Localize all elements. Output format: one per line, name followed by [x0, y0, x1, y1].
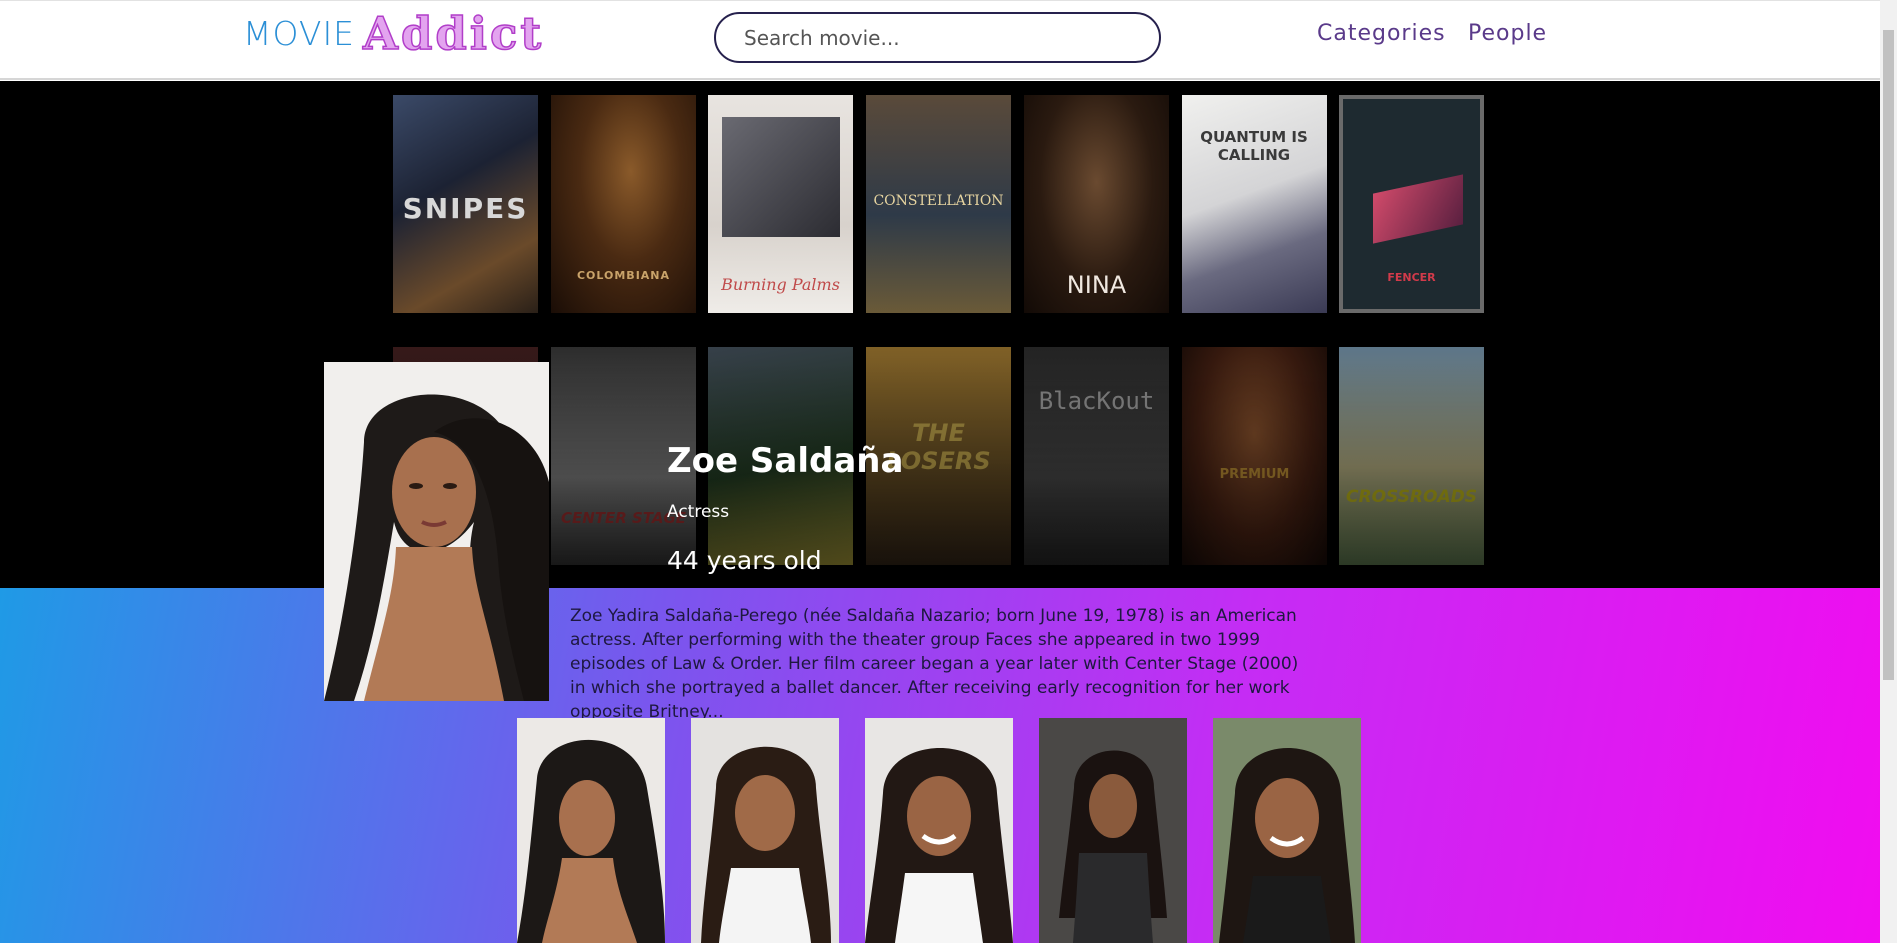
person-role: Actress: [667, 502, 730, 522]
poster-title: CROSSROADS: [1346, 487, 1477, 507]
thumbnail-image: [865, 718, 1013, 943]
hero-banner: SNIPES COLOMBIANA Burning Palms CONSTELL…: [0, 81, 1880, 588]
movie-poster[interactable]: PREMIUM: [1182, 347, 1327, 565]
movie-poster[interactable]: BlacKout: [1024, 347, 1169, 565]
poster-title: CONSTELLATION: [873, 193, 1004, 209]
thumbnail-image: [517, 718, 665, 943]
logo-movie-text: MOVIE: [243, 14, 356, 53]
search-box: [714, 12, 1161, 63]
poster-title: BlacKout: [1038, 387, 1155, 415]
poster-collage: [722, 117, 840, 237]
gallery-thumbnail[interactable]: [1039, 718, 1187, 943]
gallery-thumbnail[interactable]: [517, 718, 665, 943]
movie-poster[interactable]: FENCER: [1339, 95, 1484, 313]
poster-title: QUANTUM IS CALLING: [1200, 128, 1308, 164]
thumbnail-image: [1039, 718, 1187, 943]
site-logo[interactable]: MOVIE Addict: [243, 6, 545, 61]
poster-title: COLOMBIANA: [576, 269, 671, 282]
poster-title: SNIPES: [402, 192, 529, 225]
thumbnail-image: [691, 718, 839, 943]
person-name: Zoe Saldaña: [667, 441, 904, 481]
poster-figure: [1373, 174, 1463, 244]
poster-title: Burning Palms: [721, 275, 840, 294]
movie-poster[interactable]: CONSTELLATION: [866, 95, 1011, 313]
logo-addict-text: Addict: [362, 6, 545, 61]
gallery-thumbnail[interactable]: [865, 718, 1013, 943]
poster-title: PREMIUM: [1219, 467, 1290, 482]
nav-people-link[interactable]: People: [1468, 21, 1547, 46]
person-biography: Zoe Yadira Saldaña-Perego (née Saldaña N…: [570, 606, 1299, 722]
movie-poster[interactable]: NINA: [1024, 95, 1169, 313]
portrait-image: [324, 362, 549, 701]
gallery-thumbnail[interactable]: [691, 718, 839, 943]
gallery-thumbnail[interactable]: [1213, 718, 1361, 943]
nav-categories-link[interactable]: Categories: [1317, 21, 1446, 46]
person-age: 44 years old: [667, 546, 822, 575]
search-input[interactable]: [716, 14, 1159, 61]
page-scrollbar[interactable]: [1880, 0, 1897, 943]
movie-poster[interactable]: QUANTUM IS CALLING: [1182, 95, 1327, 313]
thumbnail-image: [1213, 718, 1361, 943]
top-header: MOVIEAddict Categories People: [0, 0, 1880, 80]
scrollbar-thumb[interactable]: [1883, 30, 1894, 680]
poster-title: NINA: [1066, 271, 1127, 299]
movie-poster[interactable]: Burning Palms: [708, 95, 853, 313]
poster-title: FENCER: [1387, 271, 1436, 284]
movie-poster[interactable]: SNIPES: [393, 95, 538, 313]
profile-photo: [324, 362, 549, 701]
movie-poster[interactable]: CROSSROADS: [1339, 347, 1484, 565]
movie-poster[interactable]: COLOMBIANA: [551, 95, 696, 313]
